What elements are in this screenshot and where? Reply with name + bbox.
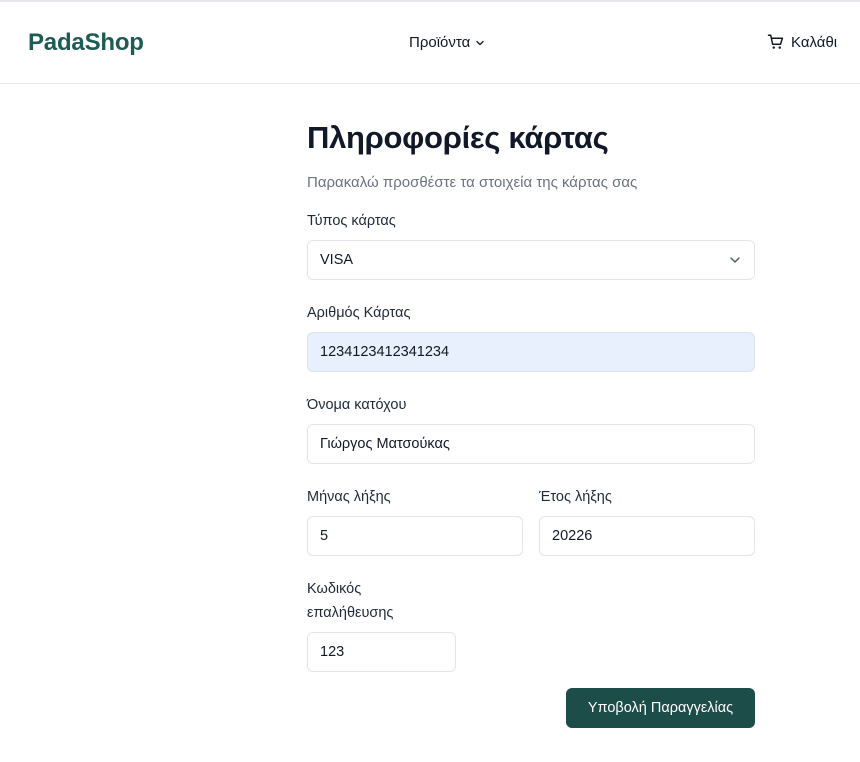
page-subtitle: Παρακαλώ προσθέστε τα στοιχεία της κάρτα…	[307, 174, 638, 191]
site-header: PadaShop Προϊόντα Καλάθι	[0, 2, 860, 84]
cart-icon	[767, 34, 784, 49]
cvv-input[interactable]: 123	[307, 632, 456, 672]
nav-products-menu[interactable]: Προϊόντα	[409, 34, 485, 51]
nav-products-label: Προϊόντα	[409, 34, 471, 51]
card-number-input[interactable]: 1234123412341234	[307, 332, 755, 372]
exp-year-value: 20226	[552, 528, 593, 544]
holder-name-value: Γιώργος Ματσούκας	[320, 436, 450, 452]
card-type-select[interactable]: VISA	[307, 240, 755, 280]
chevron-down-icon	[730, 257, 740, 263]
chevron-down-icon	[476, 40, 484, 45]
card-type-value: VISA	[320, 252, 354, 268]
cvv-value: 123	[320, 644, 345, 660]
exp-year-input[interactable]: 20226	[539, 516, 755, 556]
card-type-label: Τύπος κάρτας	[307, 213, 396, 229]
card-number-value: 1234123412341234	[320, 344, 450, 360]
nav-cart-link[interactable]: Καλάθι	[767, 33, 837, 51]
logo[interactable]: PadaShop	[28, 29, 144, 57]
exp-month-value: 5	[320, 528, 329, 544]
submit-order-button[interactable]: Υποβολή Παραγγελίας	[566, 688, 755, 728]
nav-cart-label: Καλάθι	[791, 33, 838, 51]
page-title: Πληροφορίες κάρτας	[307, 120, 609, 155]
cvv-label-line1: Κωδικός	[307, 581, 362, 597]
exp-year-label: Έτος λήξης	[539, 489, 612, 505]
exp-month-label: Μήνας λήξης	[307, 489, 391, 505]
cvv-label-line2: επαλήθευσης	[307, 605, 394, 621]
exp-month-input[interactable]: 5	[307, 516, 523, 556]
holder-name-label: Όνομα κατόχου	[307, 397, 407, 413]
card-number-label: Αριθμός Κάρτας	[307, 305, 411, 321]
holder-name-input[interactable]: Γιώργος Ματσούκας	[307, 424, 755, 464]
